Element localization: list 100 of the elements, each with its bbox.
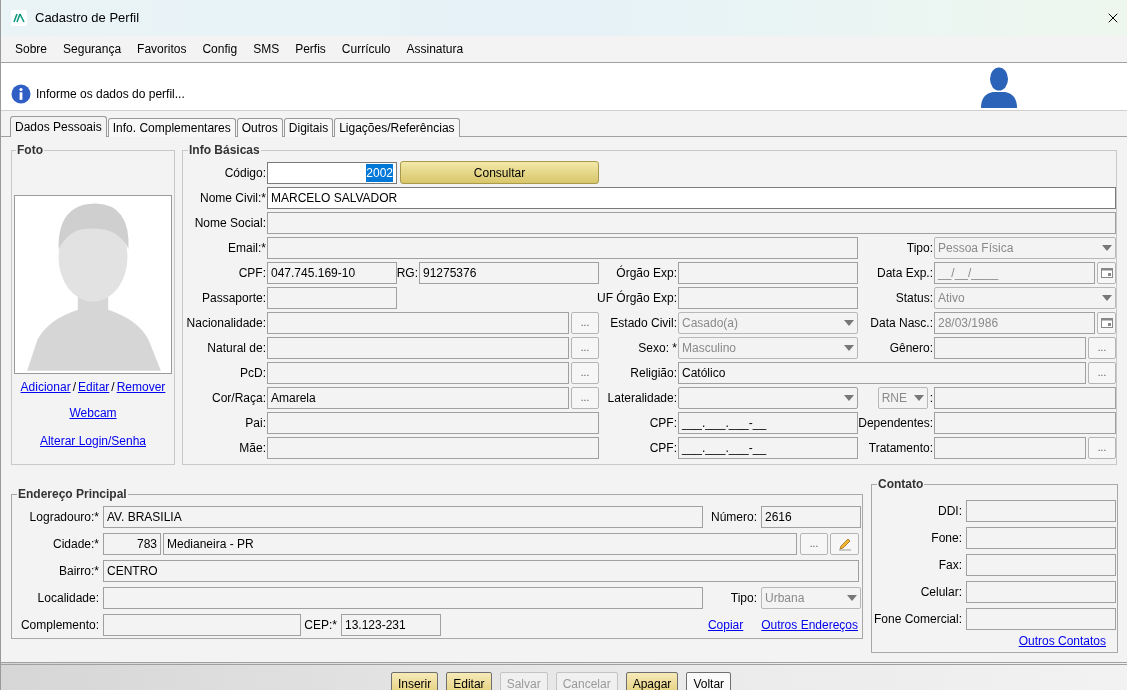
input-field[interactable] <box>267 311 569 334</box>
menu-item[interactable]: Favoritos <box>137 40 187 58</box>
field-label: Celular: <box>919 583 963 601</box>
field-label: CEP:* <box>303 616 338 634</box>
input-field[interactable]: CENTRO <box>103 559 859 582</box>
menu-item[interactable]: Currículo <box>341 40 391 58</box>
field-label: Gênero: <box>889 339 934 357</box>
menu-item[interactable]: Perfis <box>295 40 326 58</box>
field-label: Complemento: <box>19 616 100 634</box>
input-field[interactable] <box>103 586 703 609</box>
link[interactable]: Webcam <box>69 406 117 420</box>
field-label: Pai: <box>245 414 267 432</box>
input-field[interactable] <box>267 236 858 259</box>
input-field[interactable]: MARCELO SALVADOR <box>267 186 1116 209</box>
link[interactable]: Copiar <box>707 615 744 634</box>
input-field[interactable] <box>966 526 1116 549</box>
input-field[interactable] <box>103 613 301 636</box>
field-label: Cor/Raça: <box>211 389 267 407</box>
field-label: Mãe: <box>239 439 267 457</box>
tab[interactable]: Dados Pessoais <box>10 116 107 137</box>
input-field[interactable] <box>934 336 1086 359</box>
input-field[interactable] <box>966 499 1116 522</box>
dropdown-caret-icon <box>1102 294 1112 301</box>
input-field[interactable] <box>966 553 1116 576</box>
tab[interactable]: Digitais <box>283 118 334 137</box>
field-label: DDI: <box>937 502 963 520</box>
input-field[interactable] <box>267 211 1116 234</box>
input-field[interactable]: 783 <box>103 532 161 555</box>
input-field[interactable] <box>966 580 1116 603</box>
link[interactable]: Editar <box>78 378 110 396</box>
input-field[interactable]: 13.123-231 <box>341 613 441 636</box>
field-label: Estado Civil: <box>610 314 678 332</box>
calendar-button[interactable] <box>1097 311 1116 334</box>
tab[interactable]: Ligações/Referências <box>334 118 460 137</box>
link[interactable]: Alterar Login/Senha <box>39 434 147 448</box>
browse-button[interactable]: ... <box>571 361 599 384</box>
edit-button[interactable] <box>830 532 859 555</box>
browse-button[interactable]: ... <box>571 336 599 359</box>
input-field[interactable] <box>267 286 397 309</box>
input-field[interactable]: 047.745.169-10 <box>267 261 397 284</box>
input-field[interactable]: ___.___.___-__ <box>678 411 858 434</box>
action-button[interactable]: Inserir <box>390 672 439 690</box>
input-field[interactable] <box>678 261 858 284</box>
input-field[interactable] <box>934 386 1116 409</box>
input-field[interactable]: Amarela <box>267 386 569 409</box>
menu-item[interactable]: Config <box>202 40 238 58</box>
menu-item[interactable]: SMS <box>253 40 280 58</box>
input-field[interactable] <box>966 607 1116 630</box>
field-label: Cidade:* <box>51 535 100 553</box>
field-label: Órgão Exp: <box>616 264 678 282</box>
browse-button[interactable]: ... <box>571 311 599 334</box>
browse-button[interactable]: ... <box>571 386 599 409</box>
menu-item[interactable]: Segurança <box>63 40 122 58</box>
group-title: Info Básicas <box>188 142 261 159</box>
action-button[interactable]: Voltar <box>686 672 732 690</box>
consult-button[interactable]: Consultar <box>400 161 599 184</box>
input-field[interactable] <box>934 436 1086 459</box>
tab[interactable]: Info. Complementares <box>107 118 236 137</box>
browse-button[interactable]: ... <box>1088 361 1116 384</box>
calendar-button[interactable] <box>1097 261 1116 284</box>
link[interactable]: Outros Contatos <box>1018 632 1106 650</box>
separator-label: / <box>111 379 115 396</box>
input-field[interactable]: 2616 <box>761 505 861 528</box>
field-label: CPF: <box>649 439 678 457</box>
field-label: CPF: <box>649 414 678 432</box>
input-field[interactable]: AV. BRASILIA <box>103 505 703 528</box>
separator-label: : <box>929 389 933 407</box>
link[interactable]: Adicionar <box>20 378 71 396</box>
field-label: Logradouro:* <box>28 508 100 526</box>
separator-label: / <box>72 379 76 396</box>
menu-item[interactable]: Assinatura <box>406 40 464 58</box>
link[interactable]: Remover <box>116 378 166 396</box>
input-field[interactable]: Católico <box>678 361 1086 384</box>
field-label: CPF: <box>238 264 267 282</box>
browse-button[interactable]: ... <box>1088 436 1116 459</box>
field-label: Data Nasc.: <box>870 314 934 332</box>
input-field[interactable]: 91275376 <box>419 261 599 284</box>
input-field[interactable] <box>267 436 599 459</box>
tab[interactable]: Outros <box>236 118 283 137</box>
input-field[interactable] <box>267 361 569 384</box>
input-field[interactable]: ___.___.___-__ <box>678 436 858 459</box>
input-field[interactable]: 2002 <box>267 161 397 184</box>
browse-button[interactable]: ... <box>1088 336 1116 359</box>
browse-button[interactable]: ... <box>800 532 828 555</box>
dropdown-caret-icon <box>1102 244 1112 251</box>
input-field[interactable] <box>678 286 858 309</box>
input-field[interactable] <box>267 336 569 359</box>
action-button[interactable]: Editar <box>446 672 492 690</box>
field-label: Bairro:* <box>58 562 100 580</box>
link[interactable]: Outros Endereços <box>761 615 858 634</box>
menu-item[interactable]: Sobre <box>15 40 48 58</box>
calendar-icon <box>1100 267 1113 278</box>
input-field[interactable] <box>267 411 599 434</box>
input-field[interactable]: Medianeira - PR <box>163 532 797 555</box>
field-label: Data Exp.: <box>876 264 934 282</box>
dropdown[interactable] <box>678 386 858 409</box>
input-field[interactable] <box>934 411 1116 434</box>
user-icon <box>981 66 1017 108</box>
field-label: Fone Comercial: <box>873 610 963 628</box>
action-button[interactable]: Apagar <box>625 672 679 690</box>
